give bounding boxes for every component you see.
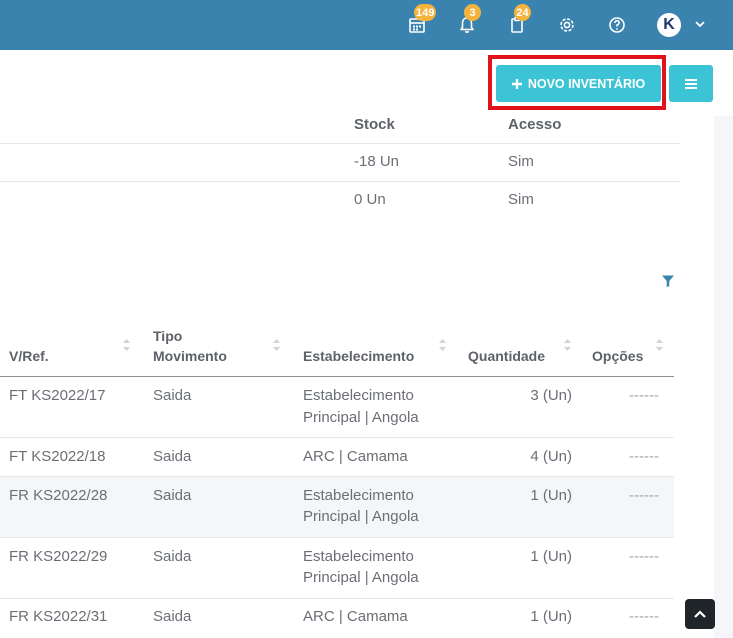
options-cell: ------ (629, 448, 659, 465)
divider (0, 143, 680, 144)
settings-button[interactable] (555, 13, 579, 37)
establishment-cell-line2: Principal | Angola (303, 409, 419, 426)
filter-icon[interactable] (661, 274, 675, 288)
notifications-badge: 3 (464, 4, 481, 21)
establishment-cell: ARC | Camama (303, 608, 408, 625)
header-divider (0, 376, 674, 377)
establishment-cell-line2: Principal | Angola (303, 569, 419, 586)
calendar-button[interactable]: 149 (405, 4, 437, 37)
avatar-letter: K (663, 16, 675, 33)
access-header: Acesso (508, 116, 562, 133)
quantity-cell: 1 (Un) (530, 487, 572, 504)
scroll-to-top-button[interactable] (685, 599, 715, 629)
help-button[interactable] (605, 13, 629, 37)
top-navbar: 149 3 24 K (0, 0, 733, 50)
notifications-button[interactable]: 3 (455, 4, 481, 37)
sort-icon (656, 339, 663, 351)
ref-cell: FT KS2022/17 (9, 387, 106, 404)
stock-cell: -18 Un (354, 153, 400, 170)
chevron-down-icon[interactable] (693, 17, 707, 31)
type-cell: Saida (153, 608, 192, 625)
divider (0, 476, 674, 477)
sort-icon[interactable] (438, 338, 447, 352)
page-scrollbar[interactable] (714, 116, 733, 638)
divider (0, 537, 674, 538)
establishment-cell-line2: Principal | Angola (303, 508, 419, 525)
ref-cell: FR KS2022/28 (9, 487, 108, 504)
access-cell: Sim (508, 153, 534, 170)
sort-icon[interactable] (122, 338, 131, 352)
access-cell: Sim (508, 191, 534, 208)
help-icon (609, 17, 625, 33)
ref-cell: FR KS2022/31 (9, 608, 108, 625)
establishment-cell: Estabelecimento (303, 487, 414, 504)
type-cell: Saida (153, 548, 192, 565)
sort-icon[interactable] (563, 338, 572, 352)
establishment-cell: ARC | Camama (303, 448, 408, 465)
menu-button[interactable] (669, 65, 713, 102)
gear-icon (560, 18, 574, 32)
clipboard-button[interactable]: 24 (505, 4, 531, 37)
quantity-cell: 3 (Un) (530, 387, 572, 404)
stock-header: Stock (354, 116, 395, 133)
sort-icon[interactable] (272, 338, 281, 352)
highlight-box (488, 55, 666, 110)
ref-header[interactable]: V/Ref. (9, 346, 49, 366)
calendar-badge: 149 (414, 4, 437, 21)
options-cell: ------ (629, 548, 659, 565)
options-cell: ------ (629, 387, 659, 404)
quantity-cell: 1 (Un) (530, 608, 572, 625)
quantity-cell: 4 (Un) (530, 448, 572, 465)
type-header-line2[interactable]: Movimento (153, 346, 227, 366)
ref-cell: FT KS2022/18 (9, 448, 106, 465)
options-cell: ------ (629, 487, 659, 504)
establishment-cell: Estabelecimento (303, 548, 414, 565)
type-cell: Saida (153, 448, 192, 465)
establishment-header[interactable]: Estabelecimento (303, 346, 414, 366)
user-avatar[interactable]: K (657, 13, 681, 37)
stock-cell: 0 Un (354, 191, 386, 208)
quantity-cell: 1 (Un) (530, 548, 572, 565)
chevron-up-icon (694, 610, 706, 618)
ref-cell: FR KS2022/29 (9, 548, 108, 565)
type-header-line1[interactable]: Tipo (153, 326, 182, 346)
clipboard-badge: 24 (514, 4, 531, 21)
type-cell: Saida (153, 387, 192, 404)
divider (0, 598, 674, 599)
divider (0, 437, 674, 438)
quantity-header[interactable]: Quantidade (468, 346, 545, 366)
divider (0, 181, 680, 182)
establishment-cell: Estabelecimento (303, 387, 414, 404)
type-cell: Saida (153, 487, 192, 504)
options-cell: ------ (629, 608, 659, 625)
hamburger-icon (685, 78, 697, 89)
options-header: Opções (592, 348, 644, 364)
